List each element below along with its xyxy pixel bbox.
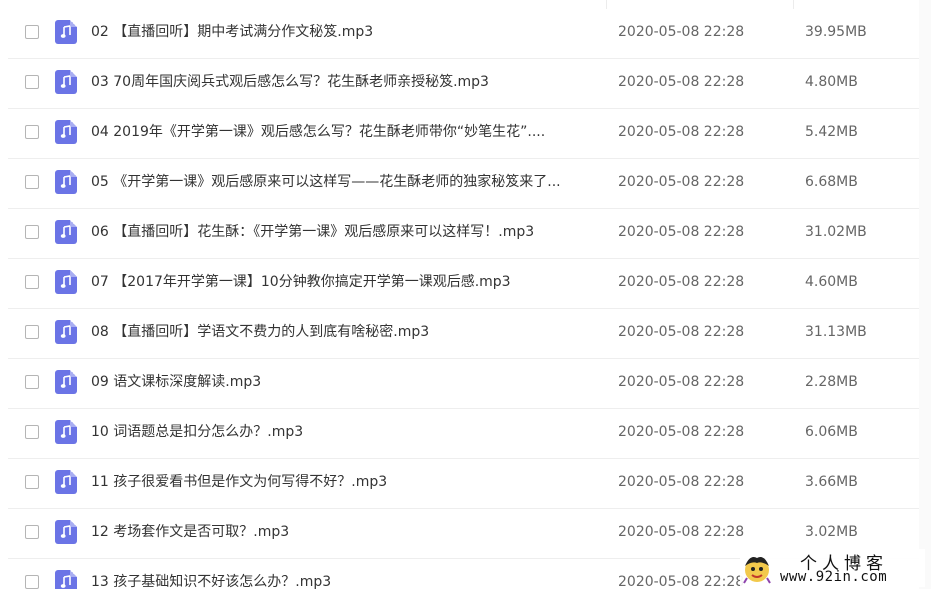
audio-file-icon — [55, 320, 77, 344]
mascot-logo-icon — [743, 557, 771, 584]
audio-file-icon — [55, 270, 77, 294]
file-size: 5.42MB — [805, 124, 858, 140]
row-checkbox[interactable] — [25, 325, 39, 339]
audio-file-icon — [55, 570, 77, 589]
row-checkbox[interactable] — [25, 25, 39, 39]
file-name[interactable]: 10 词语题总是扣分怎么办？.mp3 — [91, 422, 601, 442]
file-name[interactable]: 13 孩子基础知识不好该怎么办？.mp3 — [91, 572, 601, 589]
file-row[interactable]: 04 2019年《开学第一课》观后感怎么写？花生酥老师带你“妙笔生花”.... 2… — [8, 109, 919, 159]
audio-file-icon — [55, 520, 77, 544]
music-note-icon — [60, 325, 71, 338]
audio-file-icon — [55, 20, 77, 44]
audio-file-icon — [55, 170, 77, 194]
music-note-icon — [60, 275, 71, 288]
file-size: 31.13MB — [805, 324, 867, 340]
audio-file-icon — [55, 370, 77, 394]
file-row[interactable]: 06 【直播回听】花生酥：《开学第一课》观后感原来可以这样写！.mp3 2020-… — [8, 209, 919, 259]
file-row[interactable]: 05 《开学第一课》观后感原来可以这样写——花生酥老师的独家秘笈来了... 202… — [8, 159, 919, 209]
file-size: 39.95MB — [805, 24, 867, 40]
file-name[interactable]: 07 【2017年开学第一课】10分钟教你搞定开学第一课观后感.mp3 — [91, 272, 601, 292]
file-row[interactable]: 10 词语题总是扣分怎么办？.mp3 2020-05-08 22:28 6.06MB — [8, 409, 919, 459]
music-note-icon — [60, 125, 71, 138]
file-name[interactable]: 11 孩子很爱看书但是作文为何写得不好？.mp3 — [91, 472, 601, 492]
scrollbar-track[interactable] — [919, 0, 931, 589]
row-checkbox[interactable] — [25, 425, 39, 439]
music-note-icon — [60, 75, 71, 88]
row-checkbox[interactable] — [25, 375, 39, 389]
file-name[interactable]: 06 【直播回听】花生酥：《开学第一课》观后感原来可以这样写！.mp3 — [91, 222, 601, 242]
file-name[interactable]: 02 【直播回听】期中考试满分作文秘笈.mp3 — [91, 22, 601, 42]
music-note-icon — [60, 425, 71, 438]
audio-file-icon — [55, 120, 77, 144]
row-checkbox[interactable] — [25, 75, 39, 89]
file-row[interactable]: 11 孩子很爱看书但是作文为何写得不好？.mp3 2020-05-08 22:28… — [8, 459, 919, 509]
audio-file-icon — [55, 420, 77, 444]
file-modified-date: 2020-05-08 22:28 — [618, 474, 745, 490]
file-size: 2.28MB — [805, 374, 858, 390]
file-name[interactable]: 08 【直播回听】学语文不费力的人到底有啥秘密.mp3 — [91, 322, 601, 342]
file-row[interactable]: 02 【直播回听】期中考试满分作文秘笈.mp3 2020-05-08 22:28 3… — [8, 9, 919, 59]
music-note-icon — [60, 475, 71, 488]
music-note-icon — [60, 25, 71, 38]
music-note-icon — [60, 225, 71, 238]
file-row[interactable]: 09 语文课标深度解读.mp3 2020-05-08 22:28 2.28MB — [8, 359, 919, 409]
file-modified-date: 2020-05-08 22:28 — [618, 374, 745, 390]
row-checkbox[interactable] — [25, 575, 39, 589]
file-row[interactable]: 08 【直播回听】学语文不费力的人到底有啥秘密.mp3 2020-05-08 22… — [8, 309, 919, 359]
music-note-icon — [60, 575, 71, 588]
file-size: 4.80MB — [805, 74, 858, 90]
music-note-icon — [60, 375, 71, 388]
row-checkbox[interactable] — [25, 225, 39, 239]
file-size: 6.68MB — [805, 174, 858, 190]
file-modified-date: 2020-05-08 22:28 — [618, 224, 745, 240]
file-size: 6.06MB — [805, 424, 858, 440]
row-checkbox[interactable] — [25, 475, 39, 489]
file-modified-date: 2020-05-08 22:28 — [618, 124, 745, 140]
file-size: 4.60MB — [805, 274, 858, 290]
file-name[interactable]: 05 《开学第一课》观后感原来可以这样写——花生酥老师的独家秘笈来了... — [91, 172, 601, 192]
audio-file-icon — [55, 70, 77, 94]
file-modified-date: 2020-05-08 22:28 — [618, 24, 745, 40]
music-note-icon — [60, 175, 71, 188]
row-checkbox[interactable] — [25, 175, 39, 189]
row-checkbox[interactable] — [25, 275, 39, 289]
music-note-icon — [60, 525, 71, 538]
column-divider — [606, 0, 607, 9]
file-size: 3.02MB — [805, 524, 858, 540]
row-checkbox[interactable] — [25, 125, 39, 139]
file-modified-date: 2020-05-08 22:28 — [618, 524, 745, 540]
file-size: 31.02MB — [805, 224, 867, 240]
file-size: 3.66MB — [805, 474, 858, 490]
file-name[interactable]: 04 2019年《开学第一课》观后感怎么写？花生酥老师带你“妙笔生花”.... — [91, 122, 601, 142]
file-modified-date: 2020-05-08 22:28 — [618, 324, 745, 340]
watermark: 个人博客 www.92in.com — [740, 549, 925, 587]
file-name[interactable]: 09 语文课标深度解读.mp3 — [91, 372, 601, 392]
watermark-url: www.92in.com — [780, 569, 888, 585]
file-list-window: 02 【直播回听】期中考试满分作文秘笈.mp3 2020-05-08 22:28 3… — [0, 0, 931, 589]
file-modified-date: 2020-05-08 22:28 — [618, 424, 745, 440]
row-checkbox[interactable] — [25, 525, 39, 539]
audio-file-icon — [55, 220, 77, 244]
file-modified-date: 2020-05-08 22:28 — [618, 174, 745, 190]
file-name[interactable]: 03 70周年国庆阅兵式观后感怎么写？花生酥老师亲授秘笈.mp3 — [91, 72, 601, 92]
file-row[interactable]: 03 70周年国庆阅兵式观后感怎么写？花生酥老师亲授秘笈.mp3 2020-05-… — [8, 59, 919, 109]
file-row[interactable]: 07 【2017年开学第一课】10分钟教你搞定开学第一课观后感.mp3 2020-… — [8, 259, 919, 309]
file-modified-date: 2020-05-08 22:28 — [618, 74, 745, 90]
file-name[interactable]: 12 考场套作文是否可取？.mp3 — [91, 522, 601, 542]
file-modified-date: 2020-05-08 22:28 — [618, 274, 745, 290]
column-divider — [793, 0, 794, 9]
audio-file-icon — [55, 470, 77, 494]
